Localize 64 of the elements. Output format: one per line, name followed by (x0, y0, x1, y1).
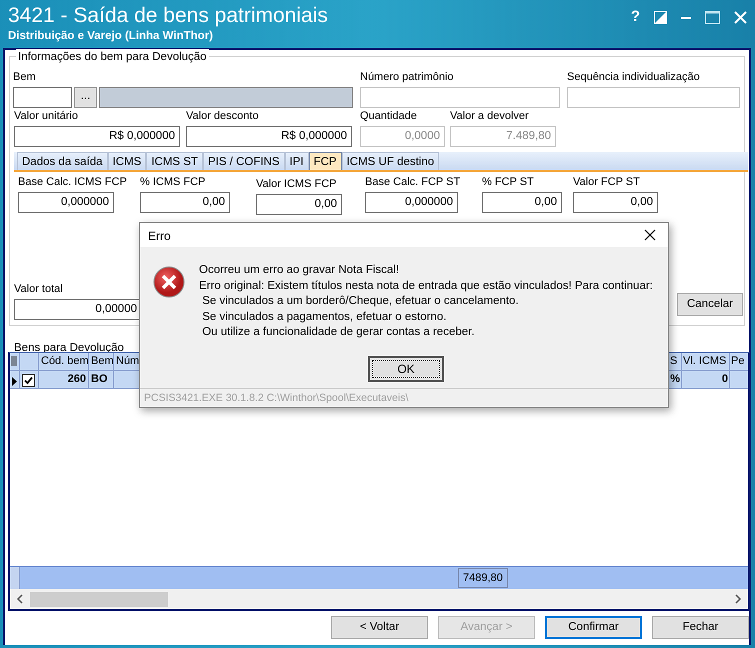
table-cell: 0 (682, 371, 730, 388)
theme-icon[interactable] (654, 10, 667, 24)
input-field[interactable]: R$ 0,000000 (14, 126, 180, 146)
column-header: Pe (730, 354, 746, 369)
field-label: Valor total (14, 282, 63, 296)
table-cell: 260 (39, 371, 89, 388)
input-field[interactable]: 0,000000 (18, 192, 114, 212)
maximize-icon[interactable] (705, 10, 720, 24)
input-field[interactable]: 0,00000 (14, 298, 142, 320)
minimize-icon[interactable] (681, 16, 691, 19)
field-label: Valor FCP ST (573, 175, 640, 189)
window-subtitle: Distribuição e Varejo (Linha WinThor) (8, 29, 214, 44)
field-label: % FCP ST (482, 175, 534, 189)
help-button[interactable]: ? (630, 6, 640, 28)
message-text: Ou utilize a funcionalidade de gerar contas a receber. (201, 325, 476, 340)
field-label: Quantidade (360, 109, 417, 123)
column-header: Cód. bem (39, 353, 89, 370)
field-label: Bem (13, 70, 36, 84)
field-label: % ICMS FCP (140, 175, 206, 189)
tab[interactable]: FCP (308, 152, 342, 170)
dialog-title: Erro (148, 229, 171, 243)
field-label: Valor unitário (14, 109, 78, 123)
field-label: Valor desconto (186, 109, 259, 123)
wizard-button[interactable]: < Voltar (331, 616, 428, 639)
input-field[interactable]: 0,00 (482, 192, 562, 212)
message-text: Erro original: Existem títulos nesta nota de entrada que estão vinculados! Para continuar: (199, 278, 653, 294)
column-header: Bem (89, 353, 114, 370)
tab[interactable]: ICMS ST (146, 152, 203, 170)
tab[interactable]: Dados da saída (17, 152, 108, 170)
wizard-button[interactable]: Confirmar (545, 616, 642, 639)
cancel-button[interactable]: Cancelar (677, 293, 743, 316)
window-title: 3421 - Saída de bens patrimoniais (8, 4, 328, 28)
checkbox[interactable] (22, 374, 35, 387)
scrollbar-thumb[interactable] (30, 592, 168, 606)
column-menu-icon[interactable] (11, 356, 17, 367)
field-label: Sequência individualização (567, 70, 700, 84)
lookup-button[interactable]: ... (74, 86, 97, 108)
input-field[interactable]: R$ 0,000000 (186, 126, 352, 146)
table-cell: BO (89, 371, 114, 388)
input-field[interactable]: 0,00 (256, 194, 342, 214)
field-label: Base Calc. ICMS FCP (18, 175, 127, 189)
close-icon[interactable] (644, 229, 656, 241)
input-field[interactable]: 0,000000 (365, 192, 458, 212)
tab[interactable]: ICMS (108, 152, 146, 170)
error-icon (153, 266, 185, 298)
field-label: Base Calc. FCP ST (365, 175, 460, 189)
message-text: Se vinculados a um borderô/Cheque, efetuar o cancelamento. (201, 294, 520, 309)
message-text: Se vinculados a pagamentos, efetuar o estorno. (201, 310, 448, 324)
footer-total: 7489,80 (458, 568, 508, 588)
message-text: Ocorreu um erro ao gravar Nota Fiscal! (199, 263, 400, 278)
field-label: Número patrimônio (360, 70, 454, 84)
input-field[interactable]: 0,00 (573, 192, 658, 212)
input-field[interactable] (13, 86, 72, 108)
field-label: Valor ICMS FCP (256, 177, 336, 191)
input-field[interactable]: 0,00 (140, 192, 230, 212)
description-field[interactable] (99, 86, 353, 108)
tab[interactable]: ICMS UF destino (342, 152, 440, 170)
field-label: Valor a devolver (450, 109, 529, 123)
status-text: PCSIS3421.EXE 30.1.8.2 C:\Winthor\Spool\Executaveis\ (140, 388, 668, 407)
ok-button[interactable]: OK (368, 356, 444, 382)
wizard-button[interactable]: Fechar (652, 616, 749, 639)
column-header: Vl. ICMS (682, 353, 730, 370)
tab[interactable]: PIS / COFINS (202, 152, 285, 170)
row-indicator-cell (10, 567, 20, 589)
